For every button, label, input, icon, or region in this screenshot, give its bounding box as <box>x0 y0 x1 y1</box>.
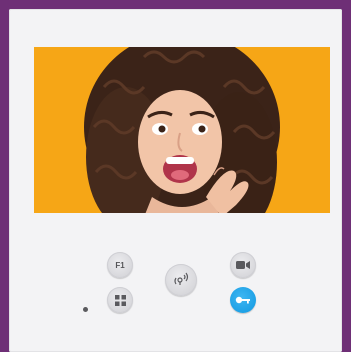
status-led <box>83 307 88 312</box>
key-icon <box>235 296 250 304</box>
camera-icon <box>236 261 250 269</box>
menu-button[interactable] <box>107 287 133 313</box>
f1-button[interactable]: F1 <box>107 252 133 278</box>
device-frame: F1 <box>0 0 351 352</box>
f1-label: F1 <box>115 260 125 270</box>
video-screen <box>34 47 330 213</box>
grid-icon <box>114 294 126 306</box>
woman-surprised-photo <box>34 47 330 213</box>
talk-icon <box>174 272 189 285</box>
talk-button[interactable] <box>165 264 197 296</box>
intercom-monitor: F1 <box>9 9 342 352</box>
camera-button[interactable] <box>230 252 256 278</box>
door-open-button[interactable] <box>230 287 256 313</box>
